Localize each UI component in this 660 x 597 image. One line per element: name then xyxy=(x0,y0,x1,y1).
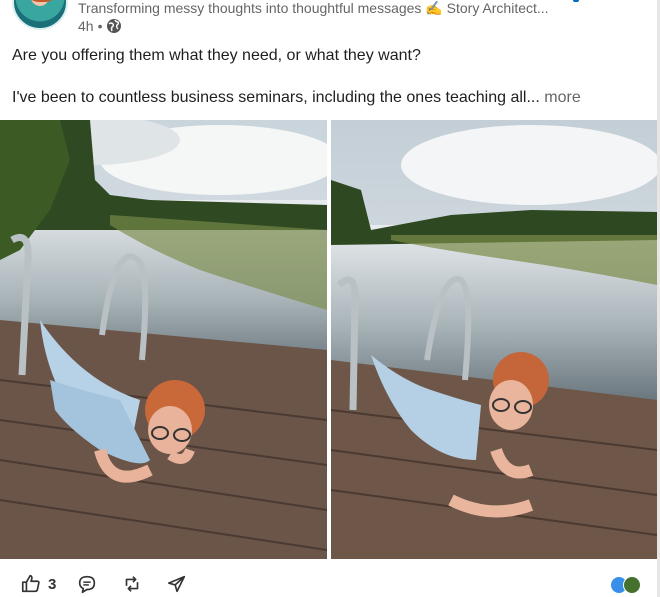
globe-icon xyxy=(107,19,122,33)
post-text-excerpt: I've been to countless business seminars… xyxy=(12,89,540,106)
comment-icon xyxy=(78,575,96,594)
like-button[interactable]: 3 xyxy=(20,572,56,596)
post-photo-left[interactable] xyxy=(0,120,327,559)
comment-button[interactable] xyxy=(76,572,98,596)
send-icon xyxy=(167,575,186,593)
post-meta: 4h • xyxy=(78,18,122,34)
like-count: 3 xyxy=(48,575,57,593)
see-more-link[interactable]: more xyxy=(544,89,580,106)
send-button[interactable] xyxy=(166,572,188,596)
author-avatar[interactable] xyxy=(12,0,68,30)
post-action-bar: 3 xyxy=(0,560,657,597)
lakeside-dock-photo xyxy=(0,120,327,559)
repost-button[interactable] xyxy=(121,572,143,596)
follow-button[interactable] xyxy=(573,0,579,2)
post-time: 4h xyxy=(78,18,94,34)
reaction-summary[interactable] xyxy=(610,576,641,594)
post-text-line1: Are you offering them what they need, or… xyxy=(12,47,421,64)
thumbs-up-icon xyxy=(21,574,40,593)
repost-icon xyxy=(125,576,139,592)
author-tagline: Transforming messy thoughts into thought… xyxy=(78,0,549,16)
feed-post-card: Transforming messy thoughts into thought… xyxy=(0,0,660,597)
lakeside-dock-photo-2 xyxy=(331,120,657,559)
post-photo-right[interactable] xyxy=(331,120,657,559)
celebrate-reaction-icon xyxy=(623,576,641,594)
meta-separator: • xyxy=(97,18,103,34)
post-text-line2: I've been to countless business seminars… xyxy=(12,89,581,107)
